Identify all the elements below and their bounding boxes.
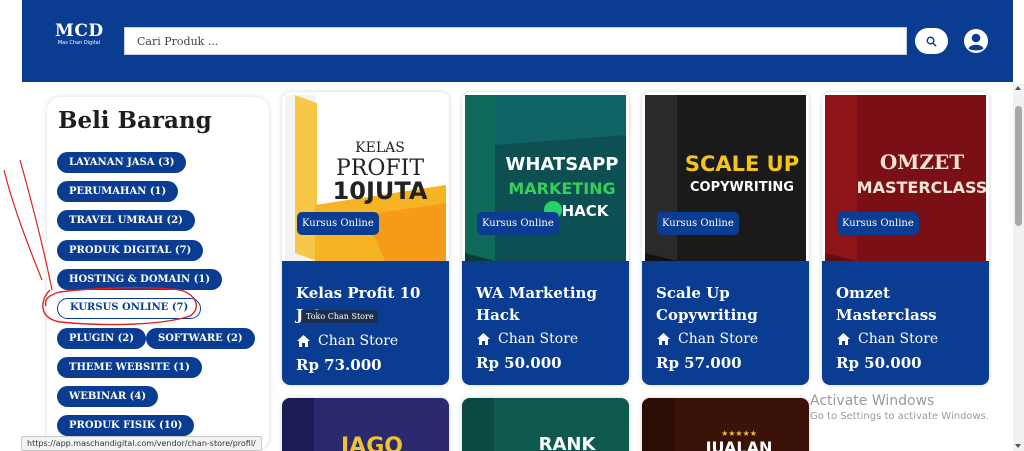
- product-card[interactable]: SCALE UP COPYWRITING Kursus Online Scale…: [642, 92, 809, 385]
- cover-text: JUALAN: [705, 438, 773, 451]
- scroll-up-arrow-icon[interactable]: [1015, 86, 1021, 90]
- category-tag-layanan-jasa[interactable]: LAYANAN JASA (3): [57, 152, 187, 173]
- product-image: WHATSAPP MARKETING HACK Kursus Online: [465, 95, 626, 261]
- product-info: Kelas Profit 10 Juta Chan Store Rp 73.00…: [282, 261, 449, 385]
- cover-text: SCALE UP: [685, 152, 799, 176]
- store-tooltip: Toko Chan Store: [302, 310, 378, 323]
- cover-text: 10JUTA: [333, 177, 428, 205]
- cover-text: HACK: [562, 202, 610, 220]
- logo-text: MCD: [55, 21, 104, 41]
- svg-text:★★★★★: ★★★★★: [721, 429, 757, 438]
- search-icon: [926, 36, 937, 47]
- category-badge: Kursus Online: [297, 212, 379, 235]
- category-tag-theme-website[interactable]: THEME WEBSITE (1): [57, 357, 202, 378]
- product-card[interactable]: ★★★★★ JUALAN: [642, 398, 809, 451]
- product-price: Rp 50.000: [476, 354, 562, 372]
- category-tag-software[interactable]: SOFTWARE (2): [146, 328, 255, 349]
- category-badge: Kursus Online: [477, 212, 559, 235]
- activate-title: Activate Windows: [810, 393, 935, 409]
- home-icon: [477, 333, 490, 345]
- store-link[interactable]: Chan Store: [656, 330, 758, 348]
- status-bar-url: https://app.maschandigital.com/vendor/ch…: [21, 436, 262, 451]
- store-name: Chan Store: [678, 331, 759, 347]
- site-logo[interactable]: MCD Mas Chan Digital: [55, 22, 103, 56]
- product-info: Omzet Masterclass Chan Store Rp 50.000: [822, 261, 989, 385]
- activate-windows-watermark: Activate Windows Go to Settings to activ…: [810, 393, 989, 422]
- category-tag-kursus-online[interactable]: KURSUS ONLINE (7): [57, 298, 202, 319]
- product-info: Scale Up Copywriting Chan Store Rp 57.00…: [642, 261, 809, 385]
- top-navbar: MCD Mas Chan Digital: [22, 0, 1013, 82]
- category-tag-plugin[interactable]: PLUGIN (2): [57, 328, 146, 349]
- cover-text: MARKETING: [508, 179, 615, 198]
- product-name[interactable]: Omzet Masterclass: [836, 282, 982, 326]
- scroll-down-arrow-icon[interactable]: [1015, 444, 1021, 448]
- cover-text: JAGO: [339, 434, 403, 451]
- category-tag-produk-digital[interactable]: PRODUK DIGITAL (7): [57, 240, 204, 261]
- store-name: Chan Store: [858, 331, 939, 347]
- home-icon: [837, 333, 850, 345]
- product-card[interactable]: WHATSAPP MARKETING HACK Kursus Online WA…: [462, 92, 629, 385]
- search-button[interactable]: [915, 28, 948, 54]
- store-link[interactable]: Chan Store: [836, 330, 938, 348]
- page-scrollbar[interactable]: [1013, 84, 1024, 451]
- store-link[interactable]: Chan Store: [296, 332, 398, 350]
- product-price: Rp 73.000: [296, 356, 382, 374]
- product-image: SCALE UP COPYWRITING Kursus Online: [645, 95, 806, 261]
- sidebar-title: Beli Barang: [58, 107, 212, 134]
- cover-text: MASTERCLASS: [857, 178, 986, 197]
- home-icon: [657, 333, 670, 345]
- product-card[interactable]: JAGO: [282, 398, 449, 451]
- product-card[interactable]: RANK: [462, 398, 629, 451]
- home-icon: [297, 335, 310, 347]
- category-sidebar: Beli Barang LAYANAN JASA (3) PERUMAHAN (…: [47, 97, 269, 451]
- product-image: OMZET MASTERCLASS Kursus Online: [825, 95, 986, 261]
- category-badge: Kursus Online: [837, 212, 919, 235]
- product-name[interactable]: WA Marketing Hack: [476, 282, 622, 326]
- product-price: Rp 50.000: [836, 354, 922, 372]
- product-image: KELAS PROFIT 10JUTA Kursus Online: [285, 95, 446, 261]
- store-name: Chan Store: [498, 331, 579, 347]
- cover-text: RANK: [539, 434, 597, 451]
- logo-subtitle: Mas Chan Digital: [57, 40, 101, 46]
- cover-text: WHATSAPP: [505, 154, 618, 175]
- scroll-thumb[interactable]: [1015, 106, 1022, 226]
- store-link[interactable]: Chan Store: [476, 330, 578, 348]
- user-icon: [964, 29, 988, 53]
- category-tag-webinar[interactable]: WEBINAR (4): [57, 386, 159, 407]
- category-tag-perumahan[interactable]: PERUMAHAN (1): [57, 181, 179, 202]
- search-input[interactable]: [124, 27, 907, 55]
- cover-text: KELAS: [355, 140, 405, 156]
- cover-text: COPYWRITING: [690, 180, 794, 195]
- product-card[interactable]: OMZET MASTERCLASS Kursus Online Omzet Ma…: [822, 92, 989, 385]
- product-card[interactable]: KELAS PROFIT 10JUTA Kursus Online Kelas …: [282, 92, 449, 385]
- category-tag-hosting-domain[interactable]: HOSTING & DOMAIN (1): [57, 269, 223, 290]
- cover-text: OMZET: [880, 150, 964, 174]
- product-name[interactable]: Scale Up Copywriting: [656, 282, 802, 326]
- product-info: WA Marketing Hack Chan Store Rp 50.000: [462, 261, 629, 385]
- category-badge: Kursus Online: [657, 212, 739, 235]
- category-tag-travel-umrah[interactable]: TRAVEL UMRAH (2): [57, 210, 195, 231]
- user-account-button[interactable]: [963, 28, 989, 54]
- store-name: Chan Store: [318, 333, 399, 349]
- activate-subtitle: Go to Settings to activate Windows.: [810, 411, 990, 422]
- category-tag-produk-fisik[interactable]: PRODUK FISIK (10): [57, 415, 195, 436]
- product-price: Rp 57.000: [656, 354, 742, 372]
